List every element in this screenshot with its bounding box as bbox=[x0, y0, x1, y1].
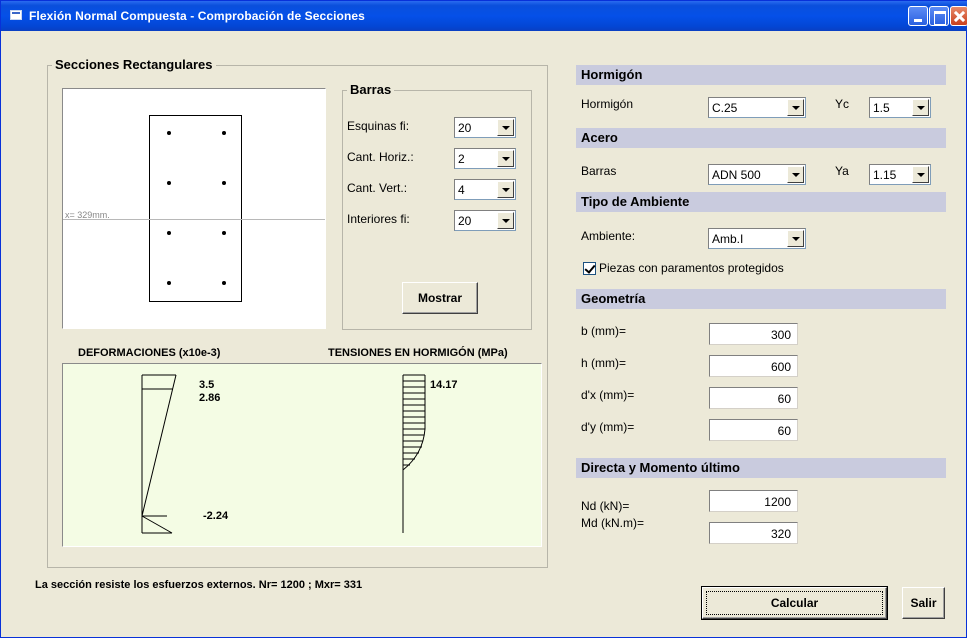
acero-label: Barras bbox=[581, 164, 617, 178]
gamma-a-select[interactable]: 1.15 bbox=[869, 164, 931, 185]
gamma-c-label: Yc bbox=[835, 97, 850, 111]
gamma-c-select[interactable]: 1.5 bbox=[869, 97, 931, 118]
chevron-down-icon[interactable] bbox=[787, 230, 804, 247]
close-button[interactable] bbox=[950, 6, 967, 26]
title-bar[interactable]: Flexión Normal Compuesta - Comprobación … bbox=[1, 1, 967, 31]
diagrams-area: 3.5 2.86 -2.24 14.17 bbox=[62, 363, 542, 547]
cant-vert-select[interactable]: 4 bbox=[454, 179, 516, 200]
calcular-button[interactable]: Calcular bbox=[702, 587, 887, 619]
md-label: Md (kN.m)= bbox=[581, 516, 644, 530]
cant-horiz-select[interactable]: 2 bbox=[454, 148, 516, 169]
esquinas-label: Esquinas fi: bbox=[347, 119, 410, 133]
deformaciones-title: DEFORMACIONES (x10e-3) bbox=[78, 347, 221, 359]
acero-select[interactable]: ADN 500 bbox=[708, 164, 806, 185]
tensiones-title: TENSIONES EN HORMIGÓN (MPa) bbox=[328, 347, 508, 359]
dy-input[interactable]: 60 bbox=[709, 419, 798, 441]
rebar-dot bbox=[222, 131, 226, 135]
chevron-down-icon[interactable] bbox=[912, 99, 929, 116]
minimize-button[interactable] bbox=[908, 6, 928, 26]
rebar-dot bbox=[222, 281, 226, 285]
hormigon-header: Hormigón bbox=[576, 65, 946, 85]
dx-label: d'x (mm)= bbox=[581, 388, 635, 402]
ambiente-header: Tipo de Ambiente bbox=[576, 192, 946, 212]
gamma-a-label: Ya bbox=[835, 164, 849, 178]
chevron-down-icon[interactable] bbox=[787, 166, 804, 183]
rebar-dot bbox=[167, 281, 171, 285]
b-input[interactable]: 300 bbox=[709, 323, 798, 345]
diagrams-svg bbox=[141, 374, 426, 534]
strain-diagonal bbox=[141, 374, 177, 517]
chevron-down-icon[interactable] bbox=[787, 99, 804, 116]
paramentos-checkbox[interactable] bbox=[583, 262, 596, 275]
ambiente-label: Ambiente: bbox=[581, 229, 636, 243]
esfuerzos-header: Directa y Momento último bbox=[576, 458, 946, 478]
secciones-legend: Secciones Rectangulares bbox=[52, 57, 216, 72]
focus-rect bbox=[706, 591, 883, 615]
paramentos-label: Piezas con paramentos protegidos bbox=[599, 261, 784, 275]
rebar-dot bbox=[222, 181, 226, 185]
rebar-dot bbox=[167, 181, 171, 185]
dx-input[interactable]: 60 bbox=[709, 387, 798, 409]
rebar-dot bbox=[167, 131, 171, 135]
b-label: b (mm)= bbox=[581, 324, 626, 338]
hormigon-select[interactable]: C.25 bbox=[708, 97, 806, 118]
interiores-select[interactable]: 20 bbox=[454, 210, 516, 231]
neutral-axis-label: x= 329mm. bbox=[65, 210, 110, 220]
stress-hatching bbox=[403, 380, 425, 466]
rebar-dot bbox=[167, 231, 171, 235]
strain-top-value: 3.5 bbox=[199, 379, 215, 391]
status-message: La sección resiste los esfuerzos externo… bbox=[35, 579, 363, 591]
strain-bottom-value: -2.24 bbox=[203, 510, 229, 522]
esquinas-select[interactable]: 20 bbox=[454, 117, 516, 138]
nd-input[interactable]: 1200 bbox=[709, 490, 798, 512]
strain-second-value: 2.86 bbox=[199, 392, 221, 404]
salir-button[interactable]: Salir bbox=[902, 587, 945, 619]
app-icon[interactable] bbox=[10, 10, 22, 20]
stress-top-value: 14.17 bbox=[430, 379, 458, 391]
acero-header: Acero bbox=[576, 128, 946, 148]
section-outline bbox=[149, 115, 242, 302]
chevron-down-icon[interactable] bbox=[497, 212, 514, 229]
cant-vert-label: Cant. Vert.: bbox=[347, 181, 408, 195]
cant-horiz-label: Cant. Horiz.: bbox=[347, 150, 414, 164]
h-input[interactable]: 600 bbox=[709, 355, 798, 377]
nd-label: Nd (kN)= bbox=[581, 499, 630, 513]
maximize-button[interactable] bbox=[929, 6, 949, 26]
chevron-down-icon[interactable] bbox=[912, 166, 929, 183]
h-label: h (mm)= bbox=[581, 356, 626, 370]
barras-legend: Barras bbox=[347, 82, 395, 97]
chevron-down-icon[interactable] bbox=[497, 150, 514, 167]
md-input[interactable]: 320 bbox=[709, 522, 798, 544]
ambiente-select[interactable]: Amb.I bbox=[708, 228, 806, 249]
main-window: Flexión Normal Compuesta - Comprobación … bbox=[0, 0, 967, 638]
dy-label: d'y (mm)= bbox=[581, 420, 635, 434]
strain-bottom-diag bbox=[141, 515, 173, 534]
mostrar-button[interactable]: Mostrar bbox=[402, 282, 478, 314]
interiores-label: Interiores fi: bbox=[347, 212, 410, 226]
geometria-header: Geometría bbox=[576, 289, 946, 309]
chevron-down-icon[interactable] bbox=[497, 181, 514, 198]
chevron-down-icon[interactable] bbox=[497, 119, 514, 136]
window-title: Flexión Normal Compuesta - Comprobación … bbox=[29, 9, 365, 23]
rebar-dot bbox=[222, 231, 226, 235]
section-drawing: x= 329mm. bbox=[62, 88, 326, 329]
hormigon-label: Hormigón bbox=[581, 97, 634, 111]
